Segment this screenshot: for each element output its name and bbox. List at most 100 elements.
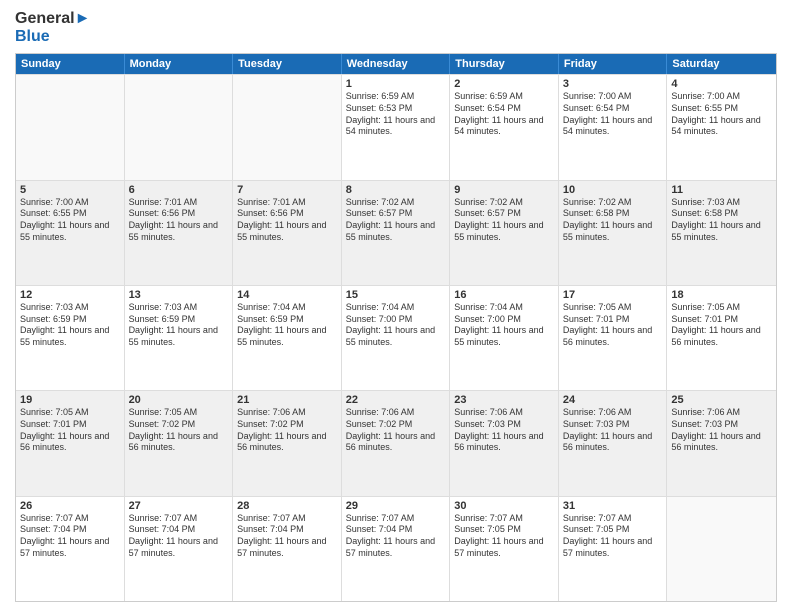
calendar-cell: 1Sunrise: 6:59 AMSunset: 6:53 PMDaylight… [342,75,451,179]
header-day-sunday: Sunday [16,54,125,74]
day-number: 1 [346,78,446,90]
calendar-cell: 27Sunrise: 7:07 AMSunset: 7:04 PMDayligh… [125,497,234,601]
calendar-cell: 6Sunrise: 7:01 AMSunset: 6:56 PMDaylight… [125,181,234,285]
day-number: 20 [129,394,229,406]
calendar-cell: 28Sunrise: 7:07 AMSunset: 7:04 PMDayligh… [233,497,342,601]
calendar-week-1: 1Sunrise: 6:59 AMSunset: 6:53 PMDaylight… [16,74,776,179]
header-day-friday: Friday [559,54,668,74]
calendar-week-4: 19Sunrise: 7:05 AMSunset: 7:01 PMDayligh… [16,390,776,495]
calendar-cell: 18Sunrise: 7:05 AMSunset: 7:01 PMDayligh… [667,286,776,390]
day-number: 9 [454,184,554,196]
cell-info: Sunrise: 7:06 AMSunset: 7:03 PMDaylight:… [563,407,663,454]
day-number: 15 [346,289,446,301]
calendar-cell: 15Sunrise: 7:04 AMSunset: 7:00 PMDayligh… [342,286,451,390]
day-number: 19 [20,394,120,406]
header-day-saturday: Saturday [667,54,776,74]
calendar-cell: 31Sunrise: 7:07 AMSunset: 7:05 PMDayligh… [559,497,668,601]
day-number: 3 [563,78,663,90]
cell-info: Sunrise: 7:07 AMSunset: 7:05 PMDaylight:… [454,513,554,560]
day-number: 30 [454,500,554,512]
cell-info: Sunrise: 7:04 AMSunset: 6:59 PMDaylight:… [237,302,337,349]
calendar-cell: 20Sunrise: 7:05 AMSunset: 7:02 PMDayligh… [125,391,234,495]
calendar-cell: 17Sunrise: 7:05 AMSunset: 7:01 PMDayligh… [559,286,668,390]
day-number: 11 [671,184,772,196]
calendar-cell [233,75,342,179]
header-day-monday: Monday [125,54,234,74]
cell-info: Sunrise: 7:06 AMSunset: 7:03 PMDaylight:… [671,407,772,454]
header-day-wednesday: Wednesday [342,54,451,74]
calendar-cell: 21Sunrise: 7:06 AMSunset: 7:02 PMDayligh… [233,391,342,495]
calendar-cell: 30Sunrise: 7:07 AMSunset: 7:05 PMDayligh… [450,497,559,601]
calendar-page: General► Blue SundayMondayTuesdayWednesd… [0,0,792,612]
calendar-cell: 3Sunrise: 7:00 AMSunset: 6:54 PMDaylight… [559,75,668,179]
day-number: 21 [237,394,337,406]
cell-info: Sunrise: 7:01 AMSunset: 6:56 PMDaylight:… [237,197,337,244]
cell-info: Sunrise: 7:03 AMSunset: 6:59 PMDaylight:… [129,302,229,349]
calendar-cell [16,75,125,179]
cell-info: Sunrise: 7:06 AMSunset: 7:02 PMDaylight:… [237,407,337,454]
cell-info: Sunrise: 7:05 AMSunset: 7:02 PMDaylight:… [129,407,229,454]
calendar-cell: 26Sunrise: 7:07 AMSunset: 7:04 PMDayligh… [16,497,125,601]
day-number: 17 [563,289,663,301]
cell-info: Sunrise: 7:07 AMSunset: 7:04 PMDaylight:… [346,513,446,560]
day-number: 25 [671,394,772,406]
calendar-cell: 8Sunrise: 7:02 AMSunset: 6:57 PMDaylight… [342,181,451,285]
calendar-cell: 7Sunrise: 7:01 AMSunset: 6:56 PMDaylight… [233,181,342,285]
cell-info: Sunrise: 7:02 AMSunset: 6:58 PMDaylight:… [563,197,663,244]
calendar-cell: 4Sunrise: 7:00 AMSunset: 6:55 PMDaylight… [667,75,776,179]
day-number: 7 [237,184,337,196]
page-header: General► Blue [15,10,777,45]
day-number: 29 [346,500,446,512]
day-number: 6 [129,184,229,196]
cell-info: Sunrise: 7:06 AMSunset: 7:03 PMDaylight:… [454,407,554,454]
calendar-cell: 16Sunrise: 7:04 AMSunset: 7:00 PMDayligh… [450,286,559,390]
calendar-cell: 25Sunrise: 7:06 AMSunset: 7:03 PMDayligh… [667,391,776,495]
cell-info: Sunrise: 7:02 AMSunset: 6:57 PMDaylight:… [454,197,554,244]
cell-info: Sunrise: 7:00 AMSunset: 6:55 PMDaylight:… [671,91,772,138]
day-number: 14 [237,289,337,301]
day-number: 28 [237,500,337,512]
cell-info: Sunrise: 7:00 AMSunset: 6:55 PMDaylight:… [20,197,120,244]
cell-info: Sunrise: 7:04 AMSunset: 7:00 PMDaylight:… [454,302,554,349]
calendar-cell: 9Sunrise: 7:02 AMSunset: 6:57 PMDaylight… [450,181,559,285]
day-number: 18 [671,289,772,301]
cell-info: Sunrise: 7:07 AMSunset: 7:04 PMDaylight:… [237,513,337,560]
cell-info: Sunrise: 7:03 AMSunset: 6:58 PMDaylight:… [671,197,772,244]
day-number: 31 [563,500,663,512]
cell-info: Sunrise: 7:00 AMSunset: 6:54 PMDaylight:… [563,91,663,138]
cell-info: Sunrise: 7:02 AMSunset: 6:57 PMDaylight:… [346,197,446,244]
calendar-cell [667,497,776,601]
day-number: 22 [346,394,446,406]
cell-info: Sunrise: 7:05 AMSunset: 7:01 PMDaylight:… [671,302,772,349]
day-number: 27 [129,500,229,512]
cell-info: Sunrise: 7:06 AMSunset: 7:02 PMDaylight:… [346,407,446,454]
day-number: 4 [671,78,772,90]
cell-info: Sunrise: 7:07 AMSunset: 7:04 PMDaylight:… [129,513,229,560]
cell-info: Sunrise: 6:59 AMSunset: 6:53 PMDaylight:… [346,91,446,138]
calendar-body: 1Sunrise: 6:59 AMSunset: 6:53 PMDaylight… [16,74,776,601]
header-day-tuesday: Tuesday [233,54,342,74]
day-number: 8 [346,184,446,196]
cell-info: Sunrise: 7:01 AMSunset: 6:56 PMDaylight:… [129,197,229,244]
day-number: 16 [454,289,554,301]
cell-info: Sunrise: 7:05 AMSunset: 7:01 PMDaylight:… [20,407,120,454]
day-number: 10 [563,184,663,196]
day-number: 26 [20,500,120,512]
day-number: 23 [454,394,554,406]
cell-info: Sunrise: 7:04 AMSunset: 7:00 PMDaylight:… [346,302,446,349]
calendar-cell [125,75,234,179]
day-number: 13 [129,289,229,301]
cell-info: Sunrise: 7:03 AMSunset: 6:59 PMDaylight:… [20,302,120,349]
logo: General► Blue [15,10,90,45]
calendar-cell: 14Sunrise: 7:04 AMSunset: 6:59 PMDayligh… [233,286,342,390]
calendar-header: SundayMondayTuesdayWednesdayThursdayFrid… [16,54,776,74]
calendar-cell: 22Sunrise: 7:06 AMSunset: 7:02 PMDayligh… [342,391,451,495]
calendar-cell: 11Sunrise: 7:03 AMSunset: 6:58 PMDayligh… [667,181,776,285]
calendar-cell: 10Sunrise: 7:02 AMSunset: 6:58 PMDayligh… [559,181,668,285]
calendar-week-3: 12Sunrise: 7:03 AMSunset: 6:59 PMDayligh… [16,285,776,390]
calendar-cell: 23Sunrise: 7:06 AMSunset: 7:03 PMDayligh… [450,391,559,495]
calendar-cell: 2Sunrise: 6:59 AMSunset: 6:54 PMDaylight… [450,75,559,179]
cell-info: Sunrise: 7:07 AMSunset: 7:04 PMDaylight:… [20,513,120,560]
cell-info: Sunrise: 7:07 AMSunset: 7:05 PMDaylight:… [563,513,663,560]
day-number: 2 [454,78,554,90]
